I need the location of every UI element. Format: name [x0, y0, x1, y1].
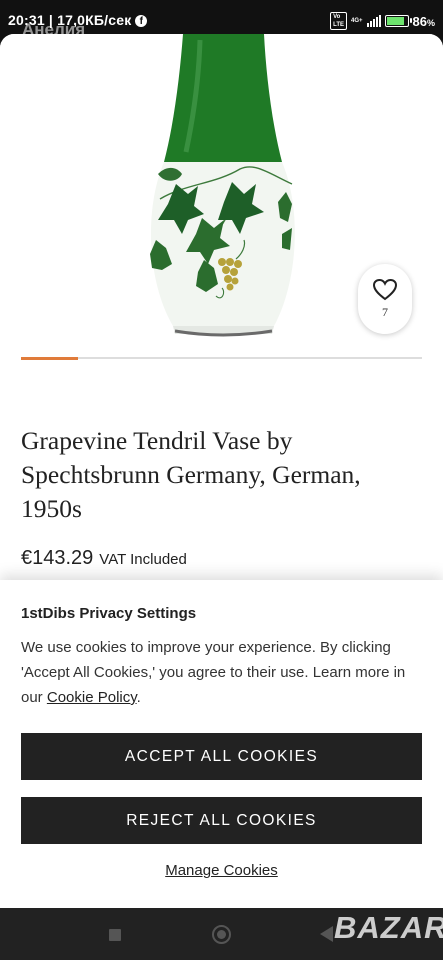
product-price: €143.29 — [21, 547, 94, 569]
home-button[interactable] — [212, 925, 231, 944]
favorite-count: 7 — [382, 305, 388, 319]
battery-level: 86% — [412, 13, 435, 29]
carousel-indicator-active — [21, 356, 78, 360]
network-type: 4G+ — [351, 18, 363, 24]
back-button[interactable] — [320, 926, 333, 942]
signal-icon — [366, 15, 381, 27]
accept-all-cookies-button[interactable]: Accept All Cookies — [21, 733, 422, 780]
volte-icon: Vo LTE — [330, 12, 347, 30]
cookie-policy-link[interactable]: Cookie Policy — [47, 689, 137, 706]
battery-icon — [384, 15, 412, 27]
price-row: €143.29 VAT Included — [21, 547, 187, 570]
product-sheet: 7 Grapevine Tendril Vase by Spechtsbrunn… — [0, 34, 443, 908]
recents-button[interactable] — [109, 929, 121, 941]
bazar-watermark: BAZAR — [334, 910, 443, 945]
product-title: Grapevine Tendril Vase by Spechtsbrunn G… — [21, 426, 361, 523]
carousel-indicator — [21, 356, 422, 360]
privacy-settings-banner: 1stDibs Privacy Settings We use cookies … — [0, 580, 443, 908]
reject-all-cookies-button[interactable]: Reject All Cookies — [21, 797, 422, 844]
heart-icon — [372, 278, 398, 301]
manage-cookies-link[interactable]: Manage Cookies — [0, 862, 443, 879]
privacy-title: 1stDibs Privacy Settings — [21, 605, 197, 622]
status-indicators: Vo LTE 4G+ 86% — [330, 12, 435, 30]
product-image-carousel[interactable]: 7 — [0, 34, 443, 344]
facebook-icon: f — [135, 15, 148, 27]
privacy-text: We use cookies to improve your experienc… — [21, 639, 406, 706]
vat-label: VAT Included — [99, 551, 187, 568]
favorite-button[interactable]: 7 — [358, 264, 412, 334]
